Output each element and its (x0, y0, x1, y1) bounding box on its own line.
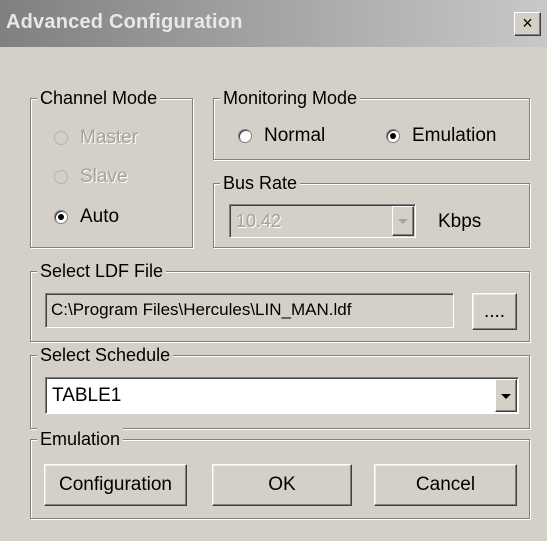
bus-rate-group: Bus Rate 10.42 Kbps (213, 172, 530, 248)
radio-normal-label: Normal (264, 125, 326, 146)
channel-mode-legend: Channel Mode (37, 87, 161, 109)
ok-button[interactable]: OK (212, 464, 352, 506)
radio-normal-indicator (238, 129, 252, 143)
chevron-down-icon (398, 219, 408, 224)
cancel-button[interactable]: Cancel (374, 464, 517, 506)
channel-mode-group: Channel Mode Master Slave Auto (30, 87, 193, 248)
close-button[interactable]: × (514, 12, 541, 36)
schedule-group: Select Schedule TABLE1 (30, 344, 530, 429)
bus-rate-unit: Kbps (438, 211, 482, 232)
advanced-configuration-dialog: Advanced Configuration × Channel Mode Ma… (0, 0, 547, 541)
ldf-file-group: Select LDF File C:\Program Files\Hercule… (30, 260, 530, 342)
monitoring-mode-group: Monitoring Mode Normal Emulation (213, 87, 530, 160)
bus-rate-dropdown-button[interactable] (392, 206, 414, 236)
radio-auto-indicator (54, 210, 68, 224)
ldf-file-path-field[interactable]: C:\Program Files\Hercules\LIN_MAN.ldf (45, 293, 454, 328)
monitoring-mode-legend: Monitoring Mode (220, 87, 361, 109)
radio-slave-label: Slave (80, 166, 128, 187)
radio-auto[interactable]: Auto (54, 206, 119, 228)
radio-emulation-label: Emulation (412, 125, 497, 146)
title-bar[interactable]: Advanced Configuration × (0, 0, 547, 47)
schedule-combobox[interactable]: TABLE1 (45, 377, 519, 414)
radio-master-label: Master (80, 127, 139, 148)
chevron-down-icon (501, 393, 511, 399)
bus-rate-combobox[interactable]: 10.42 (229, 204, 416, 238)
schedule-dropdown-button[interactable] (495, 379, 517, 412)
radio-normal[interactable]: Normal (238, 125, 325, 147)
emulation-legend: Emulation (37, 428, 124, 450)
schedule-legend: Select Schedule (37, 344, 174, 366)
radio-emulation[interactable]: Emulation (386, 125, 497, 147)
schedule-value: TABLE1 (52, 385, 122, 406)
configuration-button[interactable]: Configuration (44, 464, 187, 506)
ldf-file-path: C:\Program Files\Hercules\LIN_MAN.ldf (51, 300, 352, 319)
browse-button[interactable]: .... (472, 293, 517, 330)
close-icon: × (522, 13, 533, 33)
radio-master[interactable]: Master (54, 127, 138, 149)
bus-rate-legend: Bus Rate (220, 172, 301, 194)
window-title: Advanced Configuration (6, 11, 243, 33)
ldf-file-legend: Select LDF File (37, 260, 167, 282)
radio-auto-label: Auto (80, 206, 120, 227)
radio-slave-indicator (54, 170, 68, 184)
emulation-group: Emulation Configuration OK Cancel (30, 428, 530, 519)
radio-emulation-indicator (386, 129, 400, 143)
bus-rate-value: 10.42 (236, 211, 282, 231)
radio-slave[interactable]: Slave (54, 166, 128, 188)
radio-master-indicator (54, 131, 68, 145)
